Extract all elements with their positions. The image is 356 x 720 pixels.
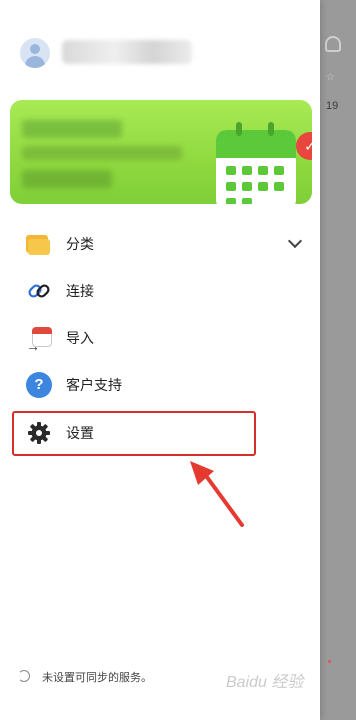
chevron-down-icon[interactable] (287, 233, 303, 249)
help-icon: ? (26, 372, 52, 398)
menu-item-import[interactable]: → 导入 (12, 315, 312, 361)
annotation-arrow-icon (190, 461, 244, 527)
banner-blurred-text (22, 120, 122, 138)
settings-highlight-box (12, 411, 256, 456)
menu-item-customer-support[interactable]: ? 客户支持 (12, 362, 312, 408)
menu-item-label: 导入 (66, 330, 94, 346)
banner-blurred-button (22, 170, 112, 188)
background-app-strip[interactable]: ☆ 19 (320, 0, 356, 720)
star-icon: ☆ (326, 72, 335, 83)
bell-icon (325, 36, 341, 52)
menu-item-label: 分类 (66, 236, 94, 252)
banner-blurred-text (22, 146, 182, 160)
navigation-drawer: ✓ 分类 连接 → 导入 ? 客户支持 设置 未设置可同步的服务。 (0, 0, 320, 720)
avatar[interactable] (20, 38, 50, 68)
menu-item-categories[interactable]: 分类 (12, 221, 312, 267)
promo-banner[interactable]: ✓ (10, 100, 312, 204)
calendar-import-icon: → (26, 325, 52, 353)
sync-status-text: 未设置可同步的服务。 (42, 672, 152, 684)
account-name-blurred[interactable] (62, 40, 192, 64)
link-icon (28, 284, 50, 298)
sync-icon (18, 670, 30, 682)
menu-item-label: 客户支持 (66, 377, 122, 393)
folder-icon (26, 231, 52, 257)
watermark: Baidu 经验 (226, 674, 304, 691)
event-dot (328, 660, 331, 663)
calendar-illustration-icon (216, 122, 296, 204)
menu-item-connect[interactable]: 连接 (12, 268, 312, 314)
checkmark-badge-icon: ✓ (296, 132, 312, 160)
background-date-number: 19 (326, 100, 339, 112)
menu-item-label: 连接 (66, 283, 94, 299)
